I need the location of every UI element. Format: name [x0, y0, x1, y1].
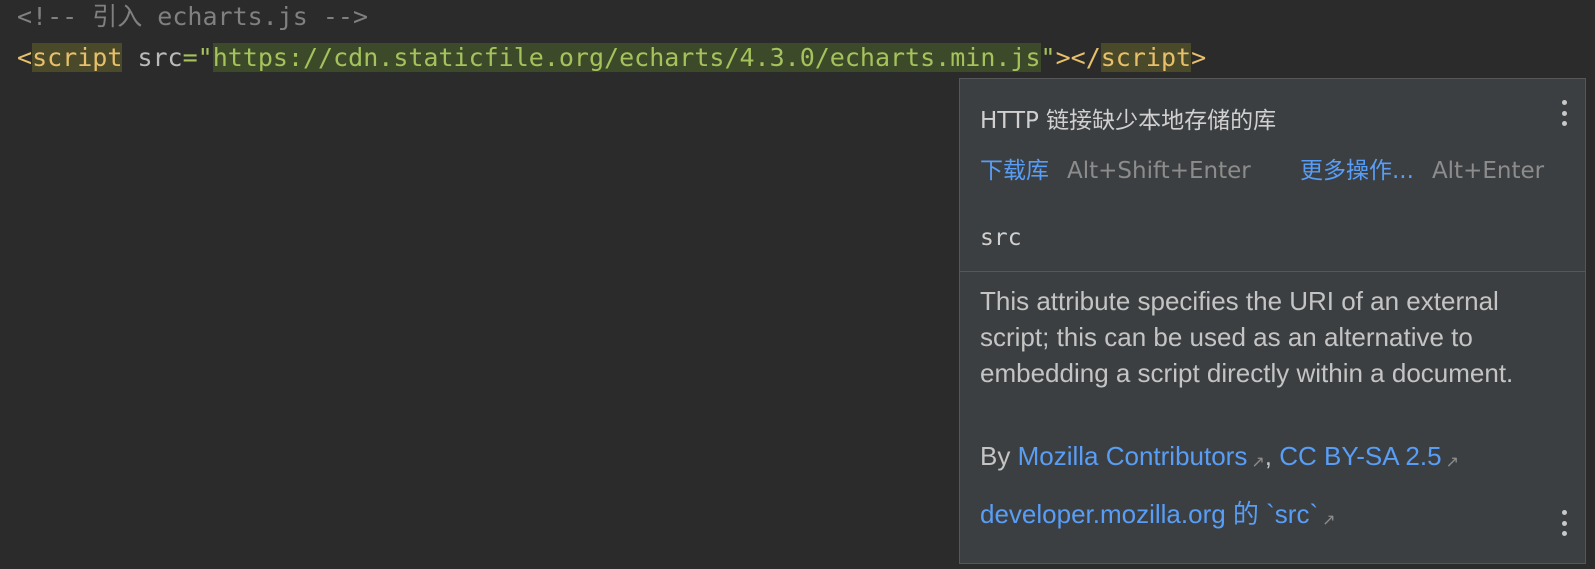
mdn-link-row: developer.mozilla.org 的 `src` ↗: [980, 494, 1336, 531]
attr-value-url[interactable]: https://cdn.staticfile.org/echarts/4.3.0…: [212, 43, 1041, 72]
doc-description: This attribute specifies the URI of an e…: [980, 286, 1514, 388]
inspection-header: HTTP 链接缺少本地存储的库 下载库 Alt+Shift+Enter 更多操作.…: [960, 79, 1585, 206]
external-link-icon: ↗: [1251, 454, 1265, 471]
mdn-src-link[interactable]: developer.mozilla.org 的 `src`: [980, 499, 1318, 529]
inspection-title: HTTP 链接缺少本地存储的库: [980, 108, 1277, 134]
tag-name-script: script: [32, 43, 123, 72]
external-link-icon: ↗: [1322, 512, 1336, 529]
tag-mid: ></: [1055, 43, 1101, 72]
script-tag-line[interactable]: <script src="https://cdn.staticfile.org/…: [17, 41, 1206, 75]
more-actions-link[interactable]: 更多操作...: [1300, 158, 1414, 184]
external-link-icon: ↗: [1445, 454, 1459, 471]
footer-more-options-icon[interactable]: [1561, 510, 1567, 536]
more-actions-shortcut: Alt+Enter: [1431, 158, 1545, 184]
tag-end-bracket: >: [1191, 43, 1207, 72]
tag-close-name-script: script: [1100, 43, 1192, 72]
attribution-row: By Mozilla Contributors ↗, CC BY-SA 2.5 ↗: [980, 441, 1459, 472]
more-options-icon[interactable]: [1561, 100, 1567, 126]
download-shortcut: Alt+Shift+Enter: [1067, 158, 1251, 184]
download-action: 下载库 Alt+Shift+Enter: [980, 151, 1251, 185]
comment-line: <!-- 引入 echarts.js -->: [17, 2, 369, 31]
by-label: By: [980, 441, 1011, 471]
doc-attr-name: src: [980, 225, 1022, 251]
attr-equals: =": [182, 43, 213, 72]
tag-open-bracket: <: [17, 43, 33, 72]
attr-name-src: src: [137, 43, 183, 72]
license-link[interactable]: CC BY-SA 2.5: [1279, 441, 1441, 471]
doc-attr-section: src: [960, 205, 1585, 272]
comma: ,: [1264, 441, 1272, 471]
more-actions: 更多操作... Alt+Enter: [1300, 151, 1544, 185]
contributors-link[interactable]: Mozilla Contributors: [1018, 441, 1248, 471]
attr-close-quote: ": [1040, 43, 1056, 72]
download-library-link[interactable]: 下载库: [980, 158, 1049, 184]
quick-doc-popup: HTTP 链接缺少本地存储的库 下载库 Alt+Shift+Enter 更多操作.…: [959, 78, 1586, 564]
